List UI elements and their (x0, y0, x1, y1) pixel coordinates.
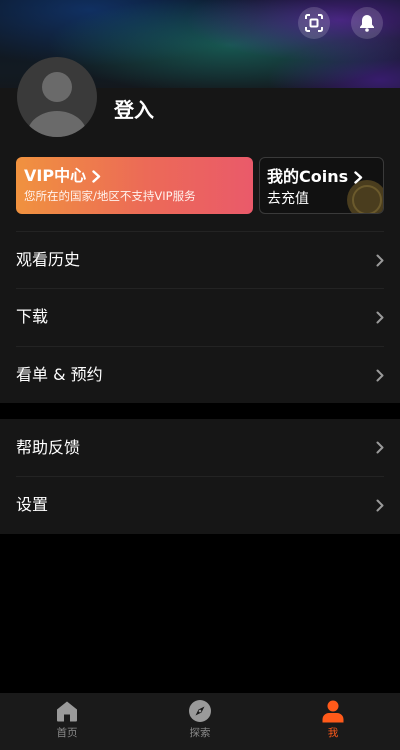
menu-item-history[interactable]: 观看历史 (16, 231, 384, 288)
recharge-label: 去充值 (267, 191, 309, 207)
nav-label: 探索 (189, 727, 211, 739)
bell-icon (360, 15, 374, 32)
home-icon (57, 701, 77, 722)
vip-subtitle: 您所在的国家/地区不支持VIP服务 (24, 189, 196, 203)
menu-item-watchlist[interactable]: 看单 & 预约 (16, 346, 384, 403)
default-avatar-icon (27, 72, 87, 137)
bottom-nav: 首页 探索 我 (0, 693, 400, 750)
chevron-right-icon (376, 369, 384, 381)
notification-button[interactable] (351, 7, 383, 39)
chevron-right-icon (92, 169, 101, 183)
avatar[interactable] (17, 57, 97, 137)
nav-label: 首页 (56, 727, 78, 739)
coins-title-row: 我的Coins (267, 166, 376, 188)
nav-label: 我 (327, 727, 339, 739)
menu-item-download[interactable]: 下载 (16, 288, 384, 345)
coins-card[interactable]: 我的Coins 去充值 (259, 157, 384, 214)
vip-title: VIP中心 (24, 166, 87, 185)
coins-title: 我的Coins (267, 167, 349, 186)
nav-item-explore[interactable]: 探索 (160, 699, 240, 745)
menu-item-label: 下载 (16, 307, 49, 326)
nav-item-me[interactable]: 我 (293, 699, 373, 745)
menu-item-label: 观看历史 (16, 250, 81, 269)
chevron-right-icon (376, 311, 384, 323)
chevron-right-icon (376, 441, 384, 454)
chevron-right-icon (376, 499, 384, 511)
menu-item-label: 帮助反馈 (16, 437, 81, 457)
person-icon (322, 700, 344, 723)
chevron-right-icon (376, 254, 384, 266)
vip-center-card[interactable]: VIP中心 您所在的国家/地区不支持VIP服务 (16, 157, 253, 214)
compass-icon (189, 700, 211, 722)
vip-title-row: VIP中心 (24, 166, 245, 186)
menu-item-label: 看单 & 预约 (16, 365, 103, 384)
scan-button[interactable] (298, 7, 330, 39)
login-link[interactable]: 登入 (114, 97, 154, 123)
chevron-right-icon (354, 170, 363, 184)
menu-item-settings[interactable]: 设置 (16, 476, 384, 533)
menu-item-help[interactable]: 帮助反馈 (16, 419, 384, 476)
scan-icon (305, 14, 323, 32)
nav-item-home[interactable]: 首页 (27, 699, 107, 745)
menu-item-label: 设置 (16, 495, 49, 514)
